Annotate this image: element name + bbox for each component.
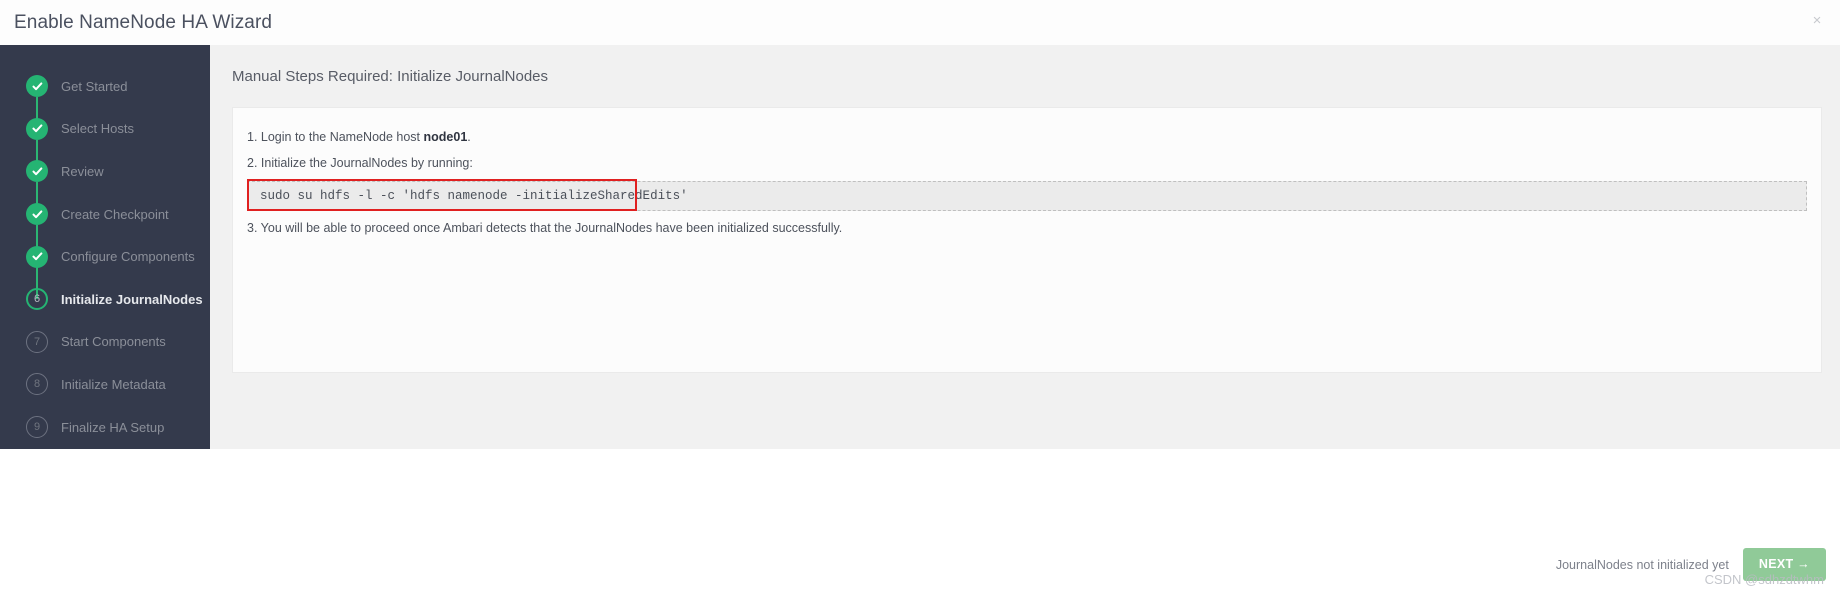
status-text: JournalNodes not initialized yet <box>1555 557 1729 572</box>
page-title: Enable NameNode HA Wizard <box>14 11 273 33</box>
sidebar-step-label: Configure Components <box>61 249 195 265</box>
sidebar-step-label: Select Hosts <box>61 121 134 137</box>
sidebar-step-label: Review <box>61 163 104 179</box>
close-icon[interactable]: × <box>1808 11 1826 29</box>
manual-steps-list: 1. Login to the NameNode host node01. 2.… <box>247 128 1807 238</box>
wizard-sidebar: Get Started Select Hosts Review Create Chec… <box>0 45 210 449</box>
sidebar-step-configure-components[interactable]: Configure Components <box>0 235 210 300</box>
watermark: CSDN @sdhzdtwhm <box>1704 572 1824 587</box>
sidebar-step-label: Finalize HA Setup <box>61 419 165 435</box>
sidebar-step-start-components[interactable]: 7 Start Components <box>0 321 210 364</box>
sidebar-step-label: Initialize Metadata <box>61 376 166 392</box>
content-heading: Manual Steps Required: Initialize Journa… <box>232 68 549 85</box>
sidebar-step-label: Get Started <box>61 78 128 94</box>
wizard-step-list: Get Started Select Hosts Review Create Chec… <box>0 65 210 448</box>
sidebar-step-label: Start Components <box>61 334 166 350</box>
check-icon <box>26 117 48 140</box>
wizard-footer: JournalNodes not initialized yet NEXT → … <box>0 449 1840 589</box>
step-number-badge: 6 <box>26 288 48 311</box>
enable-namenode-ha-wizard: Enable NameNode HA Wizard × Get Started S… <box>0 0 1840 589</box>
check-icon <box>26 245 48 268</box>
manual-step-1: 1. Login to the NameNode host node01. <box>247 128 1807 147</box>
check-icon <box>26 160 48 183</box>
step-number-badge: 9 <box>26 416 48 439</box>
sidebar-step-label: Initialize JournalNodes <box>61 291 203 307</box>
sidebar-step-get-started[interactable]: Get Started <box>0 65 210 129</box>
namenode-host: node01 <box>423 130 468 144</box>
wizard-header: Enable NameNode HA Wizard × <box>0 0 1840 45</box>
sidebar-step-review[interactable]: Review <box>0 150 210 215</box>
wizard-content: Manual Steps Required: Initialize Journa… <box>210 45 1840 449</box>
sidebar-step-finalize-ha-setup[interactable]: 9 Finalize HA Setup <box>0 406 210 449</box>
sidebar-step-label: Create Checkpoint <box>61 206 169 222</box>
manual-step-3: 3. You will be able to proceed once Amba… <box>247 220 843 235</box>
wizard-body: Get Started Select Hosts Review Create Chec… <box>0 45 1840 449</box>
manual-step-2: 2. Initialize the JournalNodes by runnin… <box>247 156 473 171</box>
manual-step-1-prefix: 1. Login to the NameNode host <box>247 130 424 144</box>
step-number-badge: 8 <box>26 373 48 396</box>
check-icon <box>26 75 48 98</box>
sidebar-step-create-checkpoint[interactable]: Create Checkpoint <box>0 193 210 257</box>
sidebar-step-select-hosts[interactable]: Select Hosts <box>0 108 210 172</box>
manual-step-1-suffix: . <box>467 130 471 144</box>
step-number-badge: 7 <box>26 330 48 353</box>
command-code-block[interactable]: sudo su hdfs -l -c 'hdfs namenode -initi… <box>247 180 1807 211</box>
sidebar-step-initialize-journalnodes[interactable]: 6 Initialize JournalNodes <box>0 278 210 321</box>
check-icon <box>26 203 48 226</box>
manual-steps-panel: 1. Login to the NameNode host node01. 2.… <box>232 107 1822 373</box>
command-block-wrapper: sudo su hdfs -l -c 'hdfs namenode -initi… <box>247 178 1807 211</box>
sidebar-step-initialize-metadata[interactable]: 8 Initialize Metadata <box>0 363 210 406</box>
